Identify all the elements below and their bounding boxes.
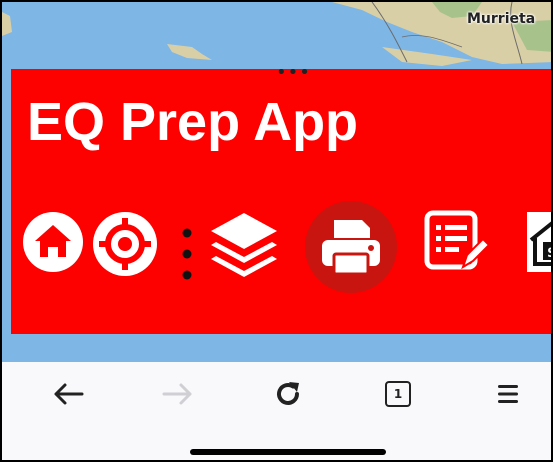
svg-text:$: $ <box>547 245 553 261</box>
reload-icon <box>277 382 299 405</box>
print-icon <box>322 220 380 276</box>
layers-icon <box>211 213 277 277</box>
locate-icon <box>93 212 157 276</box>
home-button[interactable] <box>21 210 85 274</box>
screen: Murrieta ••• EQ Prep App 1 <box>0 0 553 462</box>
print-button[interactable] <box>305 201 397 293</box>
browser-toolbar: 1 <box>2 362 551 460</box>
layers-button[interactable] <box>207 209 281 279</box>
property-button[interactable]: $ <box>527 212 553 272</box>
forward-button[interactable] <box>160 376 196 412</box>
locate-button[interactable] <box>91 210 159 278</box>
back-arrow-icon <box>54 383 84 405</box>
app-panel: ••• EQ Prep App <box>11 69 553 334</box>
reload-button[interactable] <box>270 376 306 412</box>
drag-handle[interactable]: ••• <box>276 69 311 82</box>
edit-button[interactable] <box>423 209 489 275</box>
map-place-label: Murrieta <box>467 11 536 27</box>
forward-arrow-icon <box>162 383 192 405</box>
more-vertical-icon <box>182 228 192 280</box>
app-title: EQ Prep App <box>27 92 359 152</box>
home-indicator[interactable] <box>190 449 386 455</box>
back-button[interactable] <box>50 376 86 412</box>
menu-icon <box>498 385 518 403</box>
tabs-button[interactable]: 1 <box>380 376 416 412</box>
edit-list-icon <box>424 210 489 270</box>
house-dollar-icon: $ <box>527 212 553 272</box>
more-button[interactable] <box>176 224 198 284</box>
menu-button[interactable] <box>490 376 526 412</box>
home-icon <box>23 212 83 272</box>
tabs-icon: 1 <box>385 381 411 407</box>
